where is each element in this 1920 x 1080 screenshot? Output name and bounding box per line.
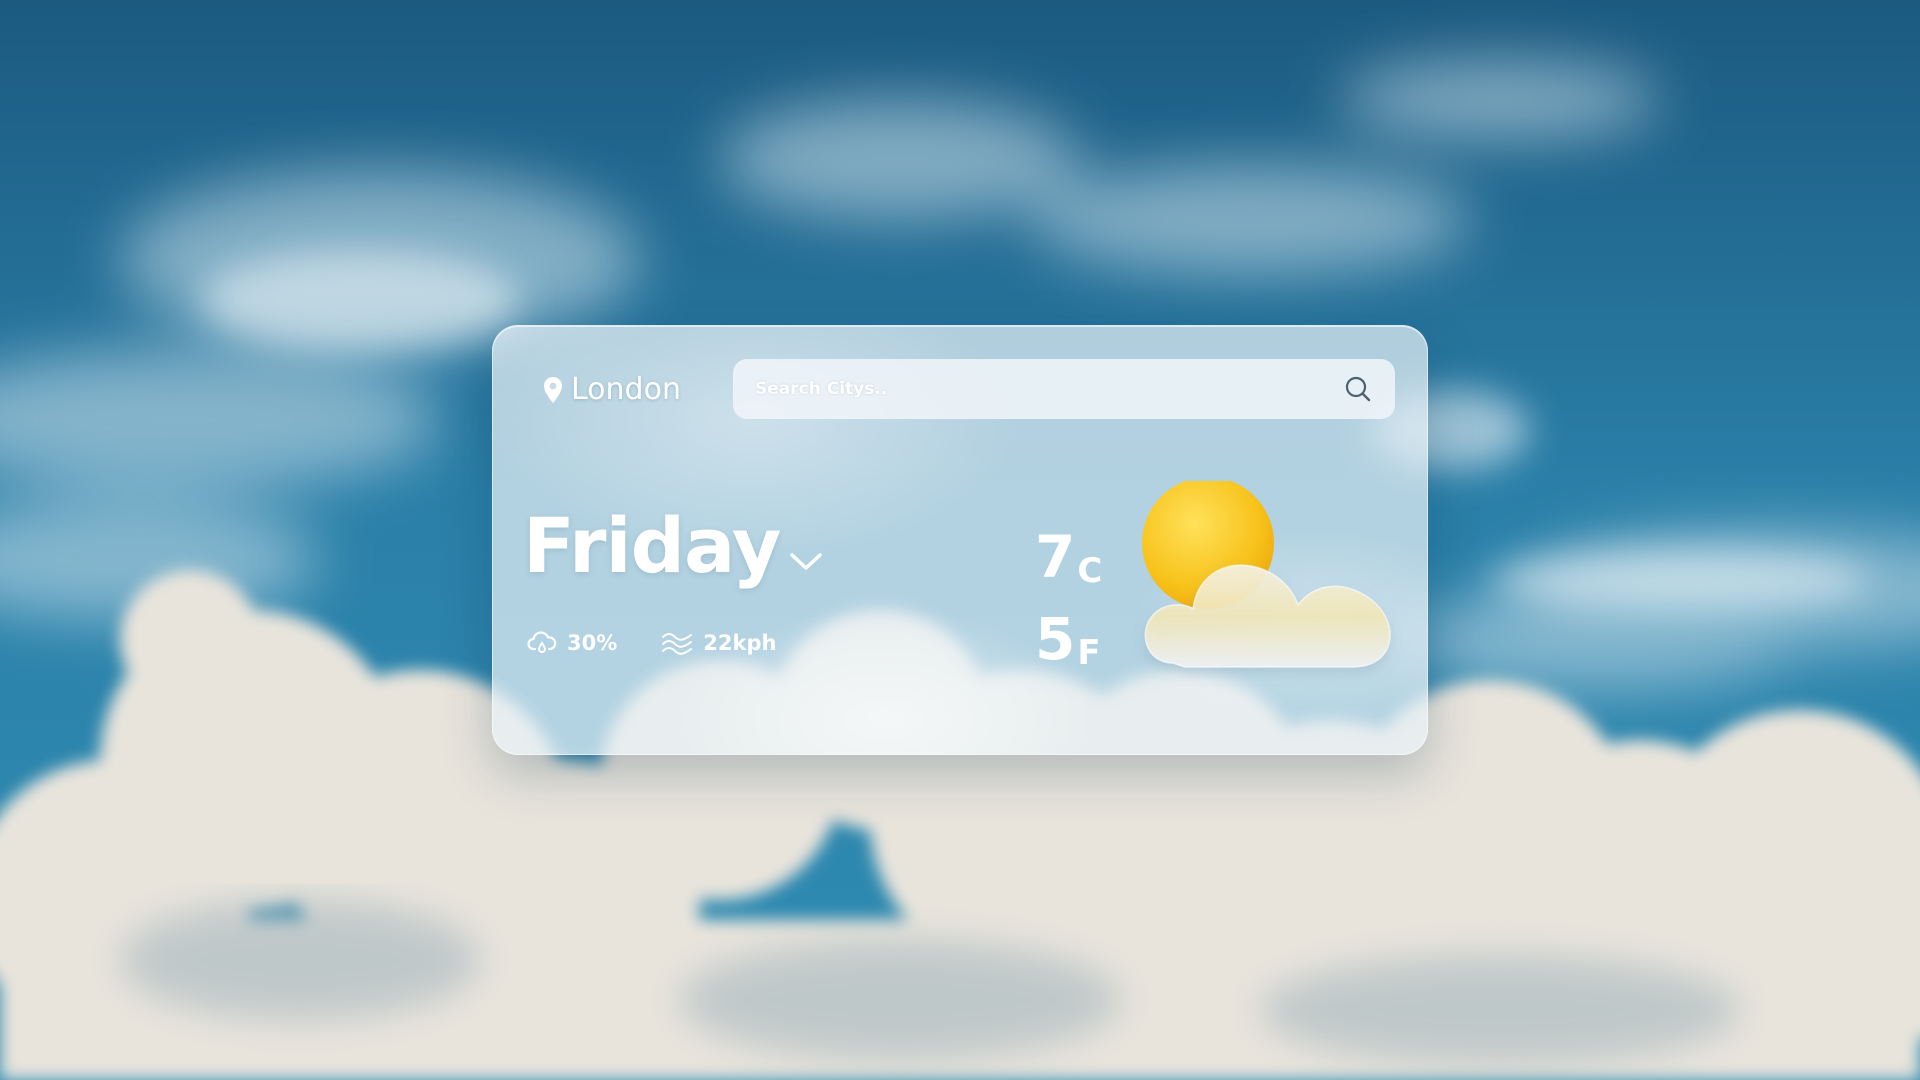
temp-c-value: 7 [1035,523,1076,591]
temp-fahrenheit: 5 F [1035,586,1102,673]
temp-f-value: 5 [1035,605,1076,673]
cloud-rain-icon [527,631,557,653]
day-dropdown-button[interactable] [786,546,826,576]
weather-stats: 30% 22kph [527,631,776,655]
search-bar [733,359,1395,419]
precipitation-value: 30% [567,631,618,655]
temp-f-unit: F [1077,633,1101,673]
day-label: Friday [523,501,781,590]
temperature-display: 7 C 5 F [1035,504,1103,673]
search-icon [1345,376,1371,402]
weather-card: London Friday 30% [492,325,1428,755]
wind-icon [662,633,693,655]
city-name: London [571,372,681,407]
search-input[interactable] [755,379,1341,399]
search-button[interactable] [1341,372,1375,406]
temp-c-unit: C [1077,551,1103,591]
day-selector: Friday [523,508,826,584]
partly-cloudy-icon [1142,481,1391,668]
precipitation-stat: 30% [527,631,617,655]
location: London [543,372,681,407]
wind-stat: 22kph [661,631,776,655]
wind-value: 22kph [703,631,777,655]
map-pin-icon [544,376,562,403]
temp-celsius: 7 C [1035,504,1103,591]
chevron-down-icon [790,553,823,570]
